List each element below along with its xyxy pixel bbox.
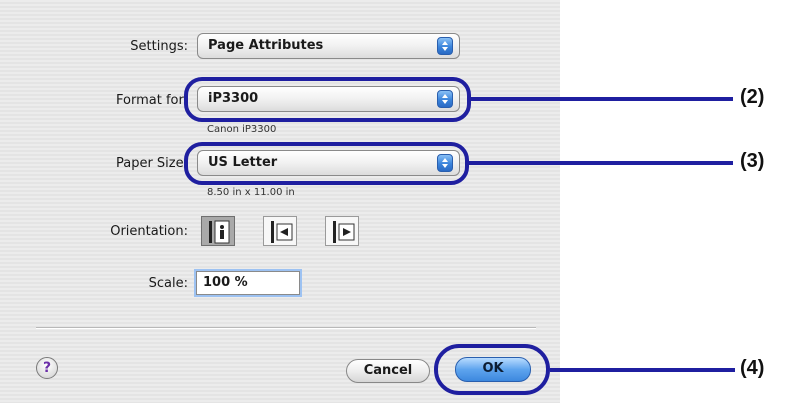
callout-outline-format-for bbox=[184, 77, 471, 122]
paper-size-label: Paper Size: bbox=[115, 156, 188, 171]
format-for-subtext: Canon iP3300 bbox=[207, 124, 277, 135]
settings-label: Settings: bbox=[130, 39, 188, 54]
landscape-right-icon bbox=[333, 221, 355, 243]
orientation-portrait-button[interactable] bbox=[201, 216, 235, 246]
orientation-landscape-right-button[interactable] bbox=[325, 216, 359, 246]
cancel-button[interactable]: Cancel bbox=[346, 359, 430, 383]
callout-label-4: (4) bbox=[740, 357, 765, 379]
callout-label-3: (3) bbox=[740, 150, 765, 172]
format-for-label: Format for: bbox=[116, 93, 188, 108]
callout-leader-line-2 bbox=[471, 97, 733, 101]
page-setup-dialog: Settings: Page Attributes Format for: iP… bbox=[0, 0, 560, 403]
separator bbox=[36, 327, 536, 328]
help-button[interactable]: ? bbox=[36, 357, 58, 379]
paper-size-subtext: 8.50 in x 11.00 in bbox=[207, 187, 295, 198]
orientation-landscape-left-button[interactable] bbox=[263, 216, 297, 246]
orientation-label: Orientation: bbox=[110, 224, 188, 239]
popup-arrows-icon bbox=[437, 37, 453, 55]
settings-popup[interactable]: Page Attributes bbox=[197, 33, 460, 59]
callout-outline-ok bbox=[434, 344, 550, 395]
settings-popup-value: Page Attributes bbox=[208, 38, 324, 53]
callout-outline-paper-size bbox=[184, 142, 469, 185]
help-icon: ? bbox=[42, 360, 52, 376]
portrait-icon bbox=[209, 220, 230, 244]
landscape-left-icon bbox=[271, 221, 293, 243]
callout-leader-line-3 bbox=[469, 161, 733, 165]
callout-leader-line-4 bbox=[550, 368, 735, 372]
scale-input[interactable]: 100 % bbox=[196, 271, 300, 295]
callout-label-2: (2) bbox=[740, 86, 765, 108]
scale-label: Scale: bbox=[148, 276, 188, 291]
